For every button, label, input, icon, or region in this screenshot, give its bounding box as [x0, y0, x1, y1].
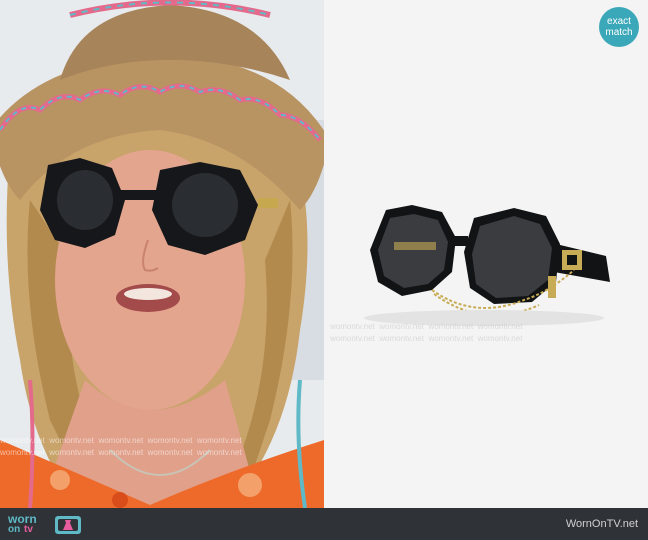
watermark-text: womontv.net womontv.net womontv.net womo… — [0, 448, 242, 457]
exact-match-badge: exact match — [599, 7, 639, 47]
sunglasses-product — [324, 0, 648, 508]
footer-bar — [0, 508, 648, 540]
logo-tv-text: tv — [24, 524, 33, 535]
wornontv-logo[interactable]: worn on tv — [6, 512, 86, 538]
scene-illustration — [0, 0, 324, 508]
badge-line-2: match — [605, 27, 633, 38]
scene-photo — [0, 0, 324, 508]
logo-on-text: on — [8, 524, 21, 535]
product-photo — [324, 0, 648, 508]
watermark-text: womontv.net womontv.net womontv.net womo… — [330, 322, 523, 331]
tv-dress-icon — [55, 516, 81, 534]
watermark-text: womontv.net womontv.net womontv.net womo… — [330, 334, 523, 343]
watermark-text: womontv.net womontv.net womontv.net womo… — [0, 436, 242, 445]
badge-line-1: exact — [607, 16, 631, 27]
site-url[interactable]: WornOnTV.net — [566, 518, 638, 530]
